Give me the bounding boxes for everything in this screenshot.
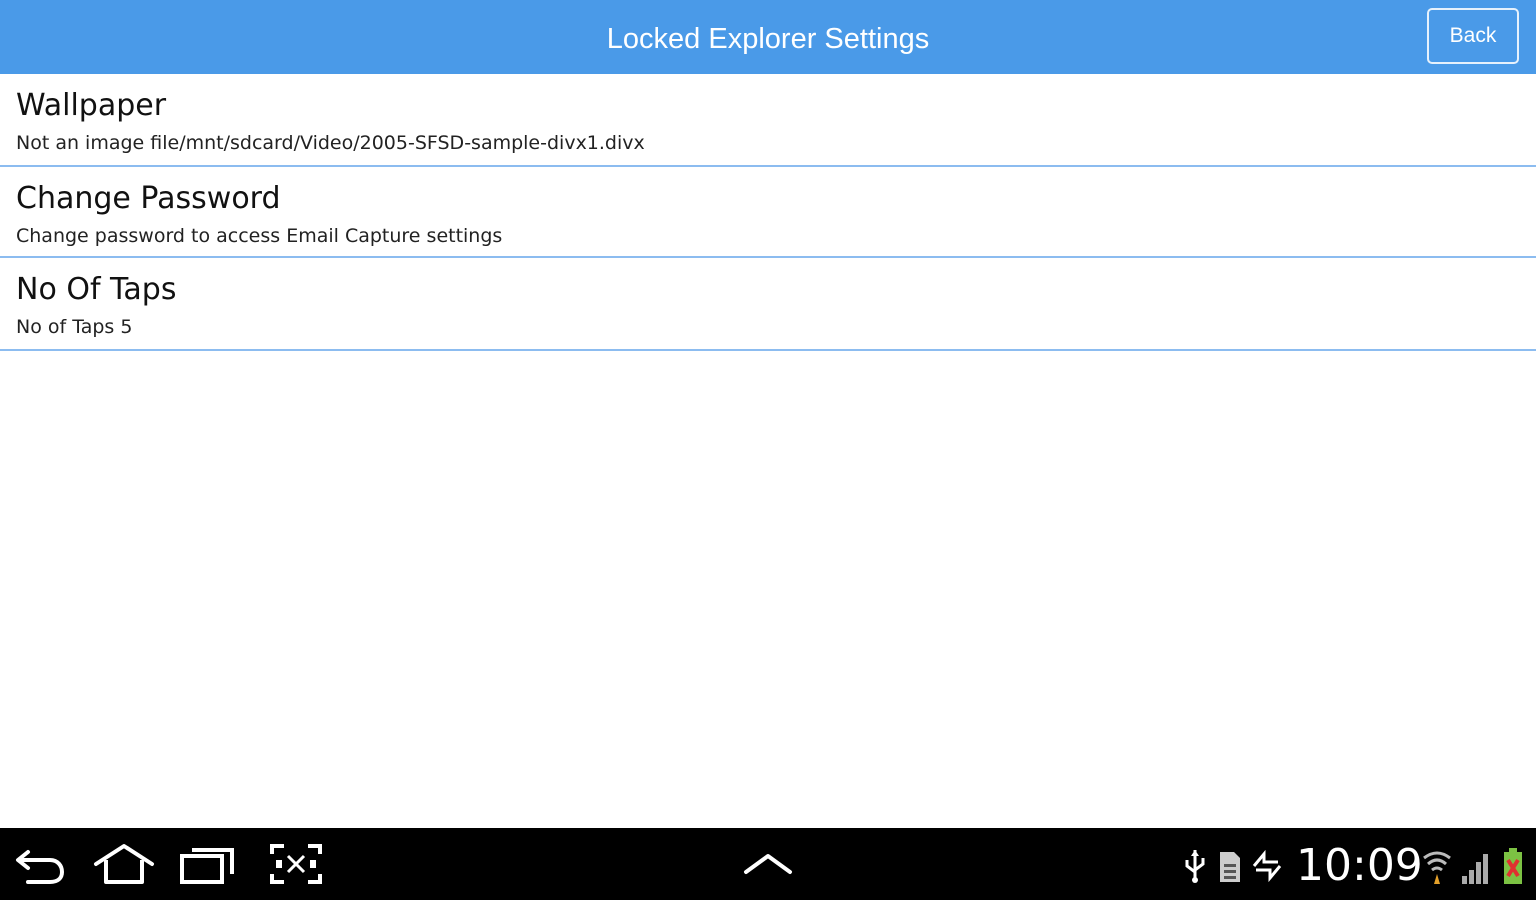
setting-summary: Not an image file/mnt/sdcard/Video/2005-… — [16, 132, 645, 154]
battery-icon — [1500, 846, 1528, 886]
back-button[interactable]: Back — [1427, 8, 1519, 64]
sync-icon — [1250, 846, 1284, 886]
back-icon[interactable] — [14, 840, 70, 888]
settings-list: Wallpaper Not an image file/mnt/sdcard/V… — [0, 74, 1536, 351]
status-clock: 10:09 — [1296, 840, 1423, 891]
wifi-icon — [1420, 846, 1454, 886]
sd-card-icon — [1216, 846, 1244, 886]
screenshot-icon[interactable] — [268, 840, 324, 888]
action-bar: Locked Explorer Settings Back — [0, 0, 1536, 74]
setting-item-no-of-taps[interactable]: No Of Taps No of Taps 5 — [0, 258, 1536, 351]
setting-item-change-password[interactable]: Change Password Change password to acces… — [0, 167, 1536, 258]
signal-icon — [1458, 846, 1492, 886]
recent-apps-icon[interactable] — [178, 840, 238, 888]
setting-summary: Change password to access Email Capture … — [16, 225, 503, 247]
setting-title: No Of Taps — [16, 272, 177, 307]
setting-summary: No of Taps 5 — [16, 316, 133, 338]
system-nav-bar: 10:09 — [0, 828, 1536, 900]
chevron-up-icon[interactable] — [742, 840, 794, 888]
usb-icon — [1182, 846, 1208, 886]
page-title: Locked Explorer Settings — [606, 23, 930, 55]
setting-title: Change Password — [16, 181, 281, 216]
setting-item-wallpaper[interactable]: Wallpaper Not an image file/mnt/sdcard/V… — [0, 74, 1536, 167]
app-window: Locked Explorer Settings Back Wallpaper … — [0, 0, 1536, 900]
home-icon[interactable] — [92, 840, 156, 888]
setting-title: Wallpaper — [16, 88, 167, 123]
